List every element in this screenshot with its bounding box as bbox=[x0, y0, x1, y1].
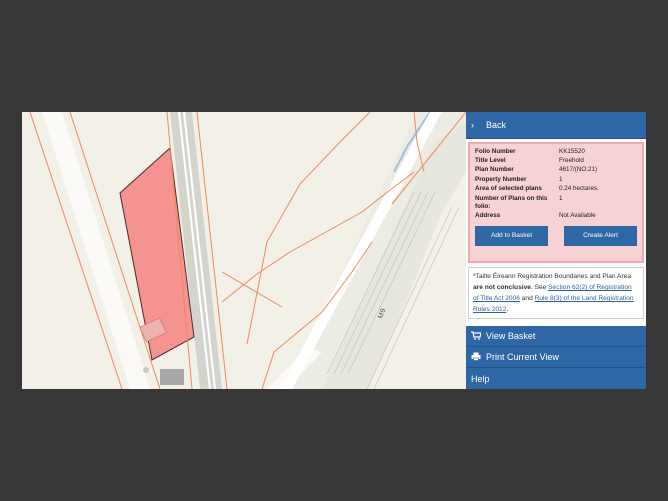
building bbox=[160, 369, 184, 385]
notice-see: . See bbox=[530, 284, 549, 291]
folio-info-table: Folio Number KK15520 Title Level Freehold Pl… bbox=[475, 147, 637, 221]
notice-and: and bbox=[519, 295, 535, 302]
info-key: Area of selected plans bbox=[475, 185, 542, 193]
map-feature bbox=[143, 367, 149, 373]
help-button[interactable]: Help bbox=[466, 368, 646, 389]
back-label: Back bbox=[486, 120, 507, 130]
info-value: 0.24 hectares. bbox=[559, 185, 599, 193]
info-row: Title Level Freehold bbox=[475, 156, 637, 165]
info-row: Folio Number KK15520 bbox=[475, 147, 637, 156]
disclaimer-notice: *Tailte Éireann Registration Boundaries … bbox=[468, 267, 644, 319]
notice-end: . bbox=[506, 306, 509, 313]
info-row: Address Not Available bbox=[475, 211, 637, 220]
info-row: Number of Plans on this folio: 1 bbox=[475, 194, 637, 211]
add-to-basket-button[interactable]: Add to Basket bbox=[475, 225, 548, 246]
side-panel: › Back Folio Number KK15520 Title Level Fre… bbox=[466, 112, 646, 389]
print-label: Print Current View bbox=[486, 352, 559, 362]
notice-intro: *Tailte Éireann Registration Boundaries … bbox=[473, 273, 631, 280]
info-key: Address bbox=[475, 211, 501, 219]
info-value: 1 bbox=[559, 194, 563, 202]
chevron-right-icon: › bbox=[471, 120, 474, 130]
info-value: KK15520 bbox=[559, 147, 585, 155]
info-row: Plan Number 4617/(NO.21) bbox=[475, 166, 637, 175]
info-value: Freehold bbox=[559, 157, 584, 165]
info-key: Property Number bbox=[475, 175, 527, 183]
view-basket-button[interactable]: View Basket bbox=[466, 326, 646, 347]
info-key: Number of Plans on this folio: bbox=[475, 194, 548, 210]
print-current-view-button[interactable]: Print Current View bbox=[466, 347, 646, 368]
info-value: Not Available bbox=[559, 211, 596, 219]
application-window: M9 › Back Folio Number KK15520 Title Level… bbox=[22, 112, 646, 389]
notice-bold: are not conclusive bbox=[473, 284, 531, 291]
info-row: Property Number 1 bbox=[475, 175, 637, 184]
create-alert-button[interactable]: Create Alert bbox=[564, 225, 637, 246]
info-key: Plan Number bbox=[475, 166, 514, 174]
folio-info-box: Folio Number KK15520 Title Level Freehold Pl… bbox=[468, 142, 644, 263]
help-label: Help bbox=[471, 373, 490, 384]
info-key: Folio Number bbox=[475, 147, 516, 155]
info-row: Area of selected plans 0.24 hectares. bbox=[475, 185, 637, 194]
cart-icon bbox=[471, 330, 483, 342]
info-value: 4617/(NO.21) bbox=[559, 166, 598, 174]
map-view[interactable]: M9 bbox=[22, 112, 466, 389]
info-key: Title Level bbox=[475, 157, 506, 165]
view-basket-label: View Basket bbox=[486, 331, 536, 341]
printer-icon bbox=[471, 352, 483, 363]
map-canvas[interactable] bbox=[22, 112, 466, 389]
info-value: 1 bbox=[559, 175, 563, 183]
back-button[interactable]: › Back bbox=[466, 112, 646, 139]
